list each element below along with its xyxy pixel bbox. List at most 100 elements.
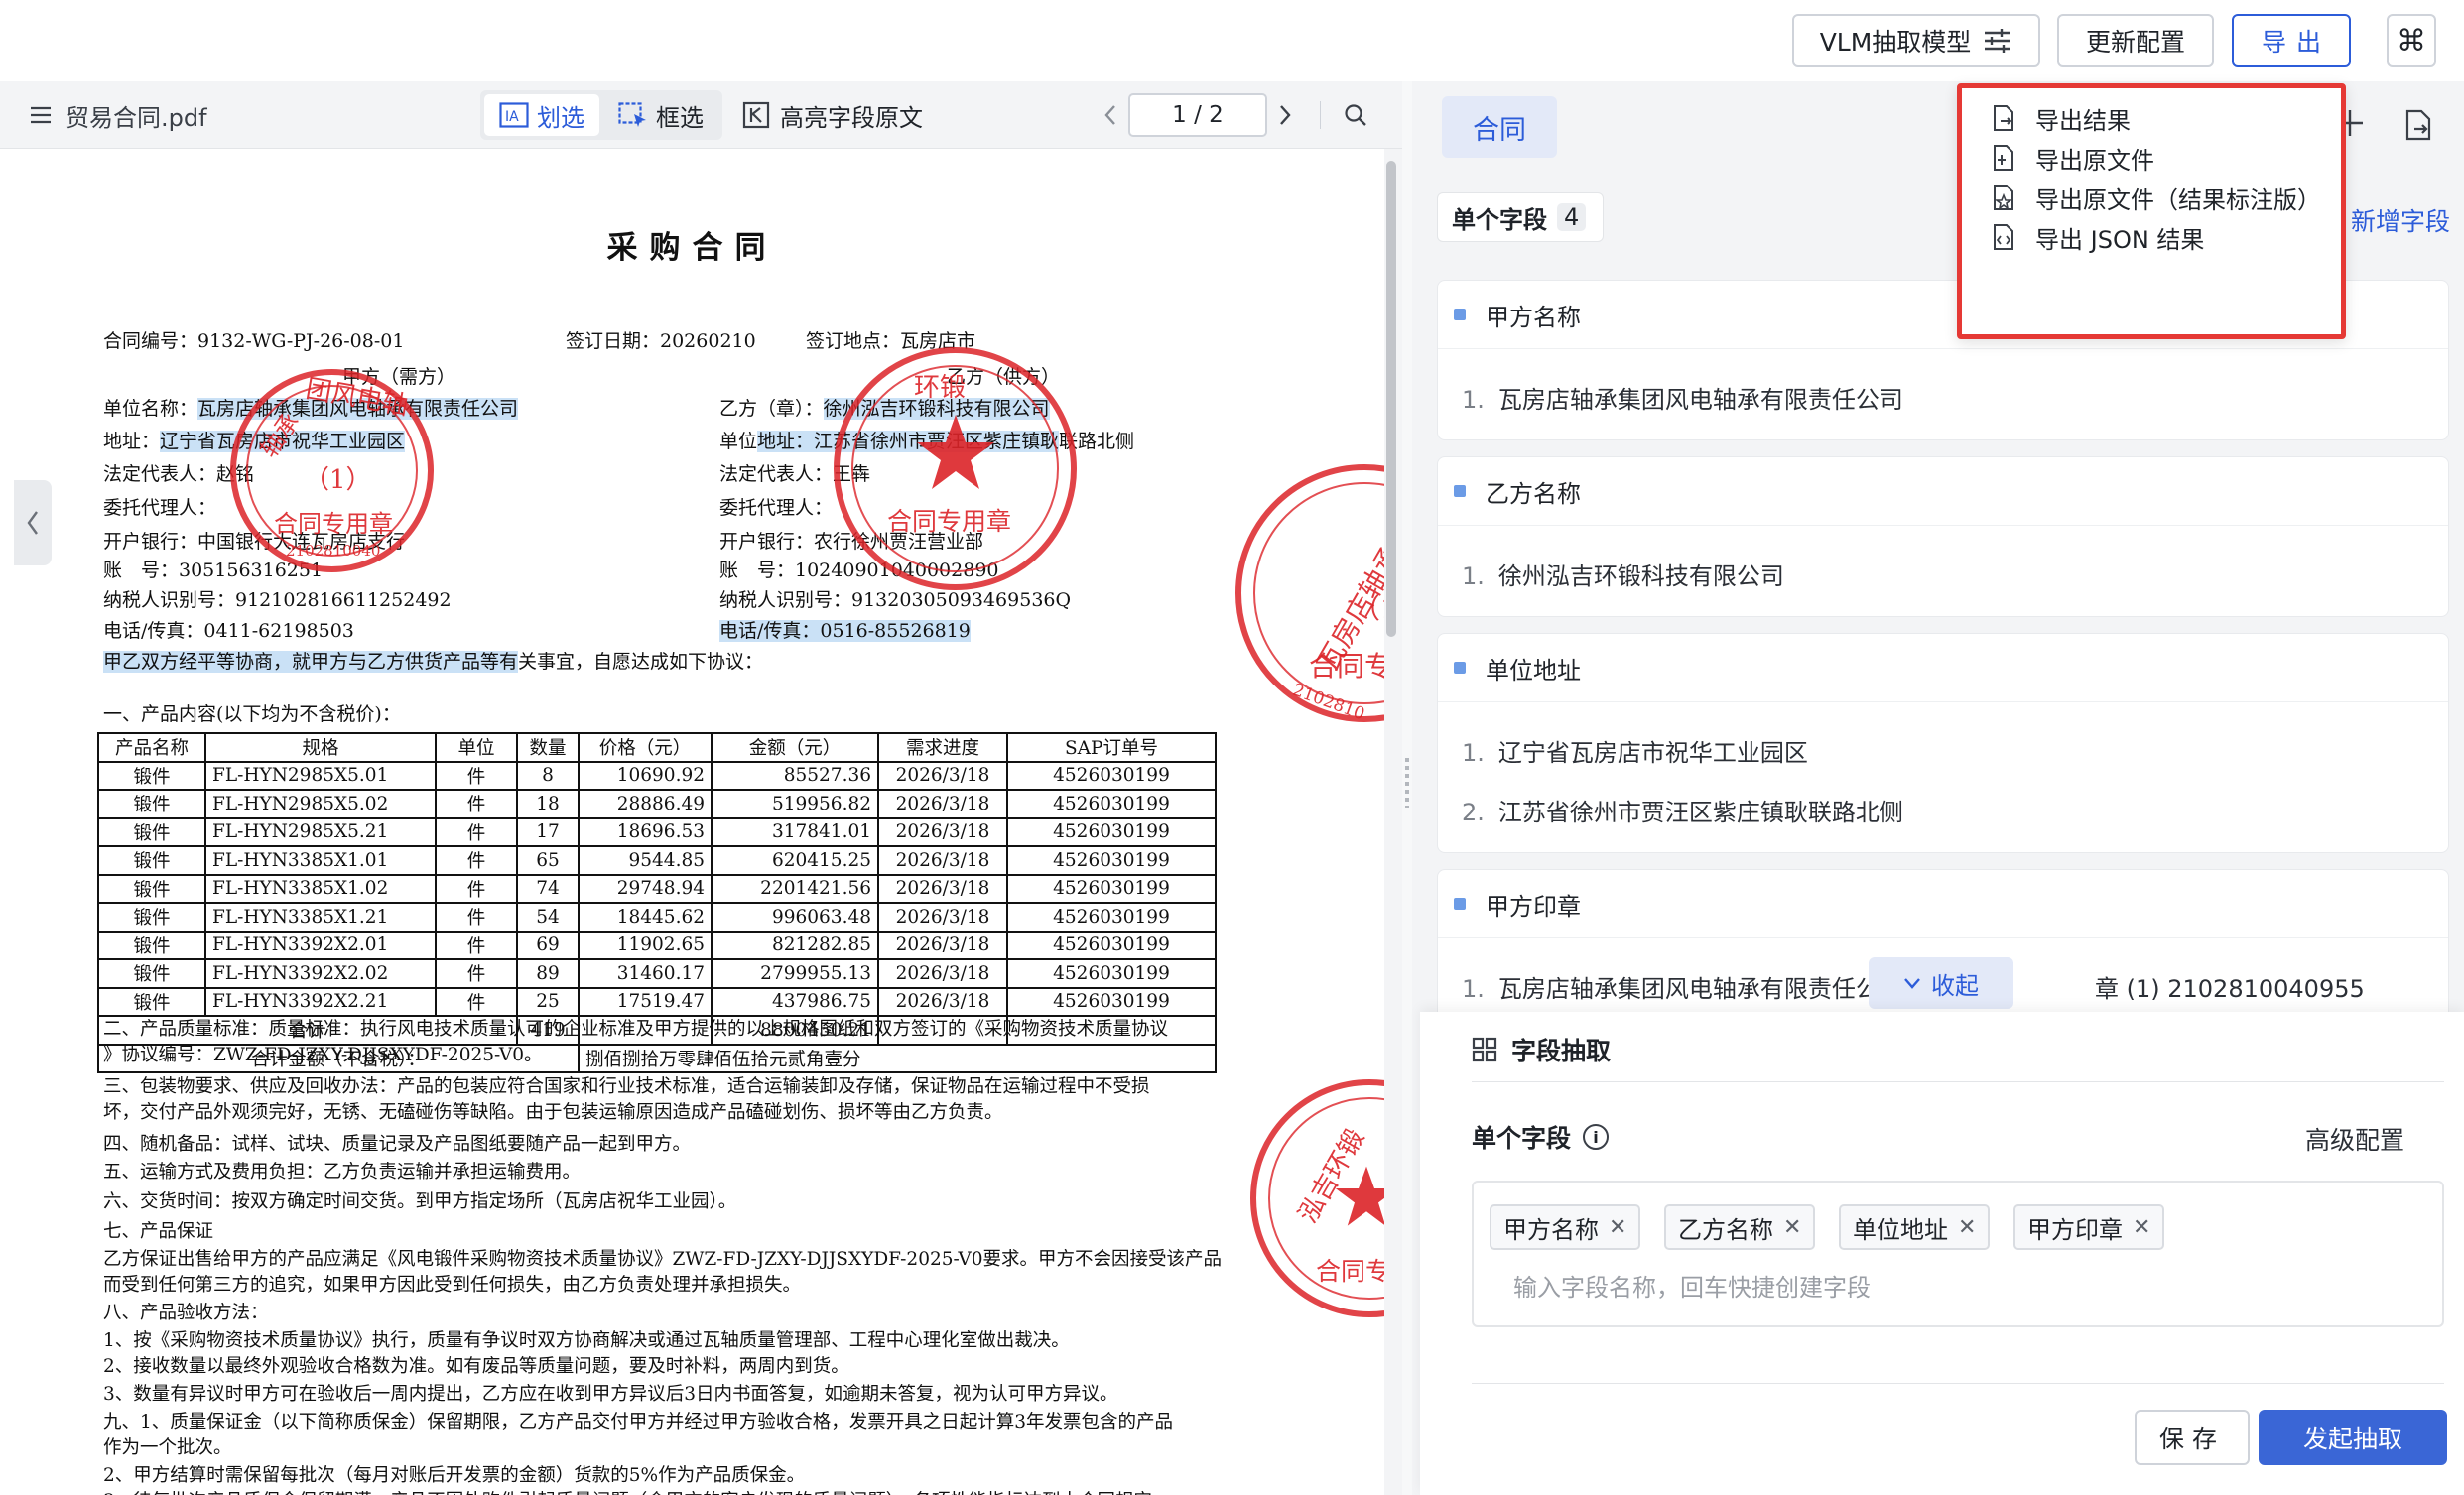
file-star-icon	[1994, 185, 2013, 210]
clause-line: 》协议编号：ZWZ-FD-JZXY-DJJSXYDF-2025-V0。	[103, 1045, 543, 1065]
tool-box-select[interactable]: 框选	[603, 94, 718, 136]
table-cell: 件	[435, 902, 518, 933]
table-cell: 2026/3/18	[877, 789, 1008, 819]
party-b-address-tail: 联路北侧	[1059, 431, 1135, 452]
update-config-button[interactable]: 更新配置	[2057, 14, 2214, 67]
collapse-button[interactable]: 收起	[1869, 957, 2013, 1009]
star-icon	[1335, 1166, 1384, 1226]
table-cell: 锻件	[97, 930, 206, 960]
card-divider	[1438, 348, 2448, 349]
next-page-icon[interactable]	[1278, 81, 1292, 149]
table-cell: FL-HYN3385X1.01	[204, 845, 437, 876]
add-field-link[interactable]: 新增字段	[2351, 202, 2450, 238]
divider	[1472, 1081, 2444, 1082]
field-chip-party-a-seal: 甲方印章 ✕	[2013, 1204, 2165, 1250]
tool-line-select[interactable]: IA 划选	[484, 94, 599, 136]
card-title-text: 乙方名称	[1486, 479, 1581, 508]
menu-item-export-json[interactable]: 导出 JSON 结果	[1992, 217, 2204, 257]
list-item[interactable]: 1. 瓦房店轴承集团风电轴承有限责任公	[1462, 969, 1880, 1004]
table-cell: 2026/3/18	[877, 930, 1008, 960]
list-item[interactable]: 2. 江苏省徐州市贾汪区紫庄镇耿联路北侧	[1462, 793, 1903, 827]
table-cell: 件	[435, 873, 518, 904]
list-item[interactable]: 1. 辽宁省瓦房店市祝华工业园区	[1462, 733, 1808, 768]
card-title-text: 甲方名称	[1486, 303, 1581, 331]
table-cell: 锻件	[97, 816, 206, 847]
table-cell: 4526030199	[1006, 986, 1217, 1017]
collapse-sidebar-chevron-left-icon[interactable]	[14, 480, 52, 565]
command-icon[interactable]: ⌘	[2387, 14, 2436, 67]
table-cell: 54	[516, 902, 580, 933]
document-viewer: 贸易合同.pdf IA 划选 框选 高亮字段原文 1 / 2 采购合同 合同编号…	[0, 81, 1402, 1495]
card-title-text: 单位地址	[1486, 656, 1581, 685]
party-a-name[interactable]: 瓦房店轴承集团风电轴承有限责任公司	[197, 398, 519, 420]
item-index: 1.	[1462, 562, 1485, 590]
table-header-cell: SAP订单号	[1006, 732, 1217, 763]
file-json-icon	[1994, 224, 2013, 250]
close-icon[interactable]: ✕	[2133, 1215, 2150, 1240]
party-b-address-label-2: 地址：	[757, 431, 815, 452]
category-tag-contract[interactable]: 合同	[1442, 96, 1557, 158]
close-icon[interactable]: ✕	[1609, 1215, 1626, 1240]
vlm-model-label: VLM抽取模型	[1819, 28, 1972, 57]
update-config-label: 更新配置	[2085, 28, 2185, 57]
field-name-input[interactable]	[1513, 1268, 2406, 1308]
party-b-rep: 法定代表人：王犇	[719, 463, 871, 485]
tab-single-field-label: 单个字段	[1452, 205, 1547, 234]
item-value-tail: 章 (1) 2102810040955	[2095, 975, 2365, 1003]
menu-item-export-results[interactable]: 导出结果	[1992, 98, 2131, 138]
table-cell: 件	[435, 789, 518, 819]
party-b-phone[interactable]: 电话/传真：0516-85526819	[719, 620, 971, 642]
clause-line: 三、包装物要求、供应及回收办法：产品的包装应符合国家和行业技术标准，适合运输装卸…	[103, 1076, 1150, 1097]
card-title: 乙方名称	[1454, 457, 1581, 525]
extraction-title: 字段抽取	[1472, 1032, 1611, 1067]
start-extraction-button[interactable]: 发起抽取	[2259, 1410, 2447, 1465]
drag-handle-icon[interactable]	[1405, 758, 1409, 808]
side-seal-2: 泓吉环锻 合同专	[1250, 1079, 1384, 1317]
party-b-address[interactable]: 江苏省徐州市贾汪区紫庄镇耿	[814, 431, 1060, 452]
table-cell: 锻件	[97, 789, 206, 819]
table-header-cell: 价格（元）	[578, 732, 713, 763]
document-scrollbar[interactable]	[1386, 161, 1396, 637]
save-button[interactable]: 保存	[2135, 1410, 2250, 1465]
list-item[interactable]: 1. 瓦房店轴承集团风电轴承有限责任公司	[1462, 380, 1903, 415]
document-export-icon[interactable]	[2404, 109, 2432, 145]
close-icon[interactable]: ✕	[1958, 1215, 1976, 1240]
table-cell: 821282.85	[711, 930, 879, 960]
table-cell: 件	[435, 986, 518, 1017]
advanced-config-link[interactable]: 高级配置	[2305, 1121, 2404, 1157]
box-select-icon	[618, 102, 646, 127]
table-cell: 69	[516, 930, 580, 960]
info-icon[interactable]: i	[1583, 1124, 1610, 1150]
field-extraction-panel: 字段抽取 单个字段 i 高级配置 甲方名称 ✕ 乙方名称 ✕ 单位地址 ✕ 甲方印章 ✕…	[1420, 1012, 2464, 1495]
menu-icon[interactable]	[30, 81, 52, 149]
party-b-name[interactable]: 徐州泓吉环锻科技有限公司	[823, 398, 1050, 420]
intro-highlight[interactable]: 甲乙双方经平等协商，就甲方与乙方供货产品等有	[103, 651, 519, 673]
clause-line: 乙方保证出售给甲方的产品应满足《风电锻件采购物资技术质量协议》ZWZ-FD-JZ…	[103, 1249, 1223, 1270]
search-icon[interactable]	[1344, 81, 1367, 149]
field-tag-input-box[interactable]: 甲方名称 ✕ 乙方名称 ✕ 单位地址 ✕ 甲方印章 ✕	[1472, 1181, 2444, 1327]
table-cell: 2026/3/18	[877, 873, 1008, 904]
party-a-address-line: 地址：辽宁省瓦房店市祝华工业园区	[103, 430, 406, 453]
table-cell: 2799955.13	[711, 958, 879, 989]
highlight-field-source-button[interactable]: 高亮字段原文	[742, 81, 923, 149]
export-button[interactable]: 导出	[2232, 14, 2351, 67]
party-a-address[interactable]: 辽宁省瓦房店市祝华工业园区	[160, 431, 406, 452]
card-title: 甲方名称	[1454, 281, 1581, 348]
table-cell: 锻件	[97, 902, 206, 933]
menu-item-export-annotated[interactable]: 导出原文件（结果标注版）	[1992, 178, 2321, 217]
clause-line: 2、接收数量以最终外观验收合格数为准。如有废品等质量问题，要及时补料，两周内到货…	[103, 1356, 849, 1377]
card-title: 甲方印章	[1454, 870, 1581, 937]
field-chip-label: 甲方印章	[2027, 1215, 2123, 1244]
vlm-model-button[interactable]: VLM抽取模型	[1792, 14, 2040, 67]
table-cell: 件	[435, 760, 518, 791]
table-body: 锻件 FL-HYN2985X5.01 件 8 10690.92 85527.36 2026/…	[97, 760, 1217, 1017]
page-indicator[interactable]: 1 / 2	[1128, 93, 1267, 137]
total-words: 捌佰捌拾万零肆佰伍拾元贰角壹分	[578, 1043, 1217, 1073]
close-icon[interactable]: ✕	[1783, 1215, 1801, 1240]
prev-page-icon[interactable]	[1103, 81, 1117, 149]
card-divider	[1438, 525, 2448, 526]
menu-item-export-original[interactable]: 导出原文件	[1992, 138, 2154, 178]
list-item[interactable]: 1. 徐州泓吉环锻科技有限公司	[1462, 557, 1784, 591]
table-cell: 620415.25	[711, 845, 879, 876]
tab-single-field[interactable]: 单个字段 4	[1437, 192, 1604, 242]
